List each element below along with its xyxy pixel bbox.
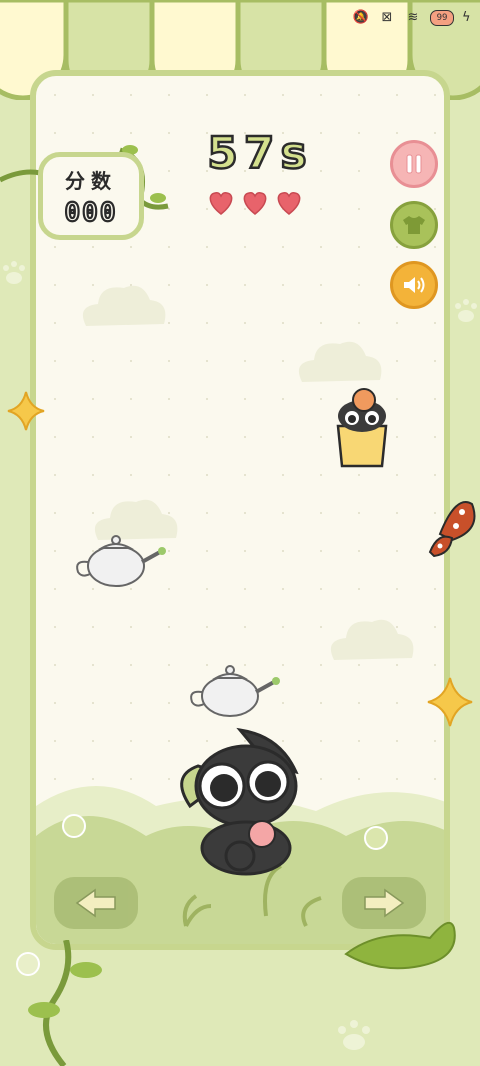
mushroom-decoration — [428, 501, 476, 558]
charging-icon: ϟ — [462, 10, 471, 25]
black-cat-player — [180, 727, 299, 876]
outfit-button[interactable] — [390, 201, 438, 249]
star-decoration — [427, 677, 473, 727]
wifi-icon: ≋ — [407, 10, 419, 25]
vine-decoration — [16, 940, 102, 1066]
timer: 57s — [206, 127, 313, 181]
cat-pudding-item — [336, 388, 388, 468]
score-label: 分数 — [65, 169, 117, 193]
cloud-decoration — [298, 341, 382, 382]
heart-icon — [243, 192, 267, 215]
no-sim-icon: ⊠ — [381, 10, 393, 25]
sound-button[interactable] — [390, 261, 438, 309]
teapot-item — [76, 535, 166, 587]
paw-print-decoration — [3, 261, 25, 284]
shirt-icon — [403, 216, 425, 234]
cloud-decoration — [82, 285, 166, 326]
pause-button[interactable] — [390, 140, 438, 188]
paw-print-decoration — [455, 299, 477, 322]
mute-vibrate-icon: 🔕 — [352, 10, 370, 25]
star-decoration — [7, 391, 45, 431]
heart-icon — [209, 192, 233, 215]
arrow-right-icon — [364, 888, 405, 918]
score-panel: 分数 000 — [38, 152, 144, 240]
arrow-left-icon — [75, 888, 116, 918]
teapot-item — [190, 665, 280, 717]
heart-icon — [277, 192, 301, 215]
pause-icon — [406, 154, 422, 174]
battery-icon: 99 — [430, 10, 454, 26]
paw-print-decoration — [338, 1020, 370, 1050]
status-bar: 🔕 ⊠ ≋ 99 ϟ — [352, 10, 471, 26]
move-right-button[interactable] — [342, 877, 426, 929]
lives-hearts — [206, 190, 304, 216]
move-left-button[interactable] — [54, 877, 138, 929]
speaker-icon — [404, 277, 425, 293]
score-value: 000 — [63, 197, 118, 229]
cloud-decoration — [330, 619, 414, 660]
